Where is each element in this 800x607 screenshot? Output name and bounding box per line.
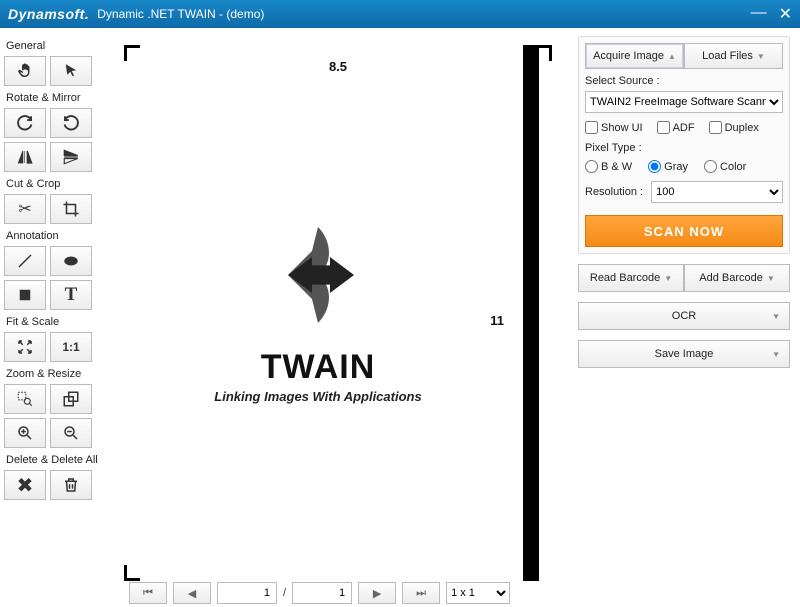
gray-radio[interactable]: Gray: [648, 160, 688, 173]
zoom-out-icon: [62, 424, 80, 442]
crop-icon: [62, 200, 80, 218]
view-mode-select[interactable]: 1 x 1: [446, 582, 510, 604]
section-cut: Cut & Crop: [6, 178, 101, 190]
resolution-label: Resolution :: [585, 186, 643, 198]
resize-icon: [62, 390, 80, 408]
line-icon: [16, 252, 34, 270]
first-page-button[interactable]: ⏮: [129, 582, 167, 604]
rotate-cw-button[interactable]: [4, 108, 46, 138]
read-barcode-button[interactable]: Read Barcode▼: [578, 264, 684, 292]
chevron-down-icon: ▼: [772, 350, 780, 359]
cut-button[interactable]: ✂: [4, 194, 46, 224]
zoom-region-icon: [16, 390, 34, 408]
rect-button[interactable]: [4, 280, 46, 310]
section-fit: Fit & Scale: [6, 316, 101, 328]
rotate-cw-icon: [16, 114, 34, 132]
source-select[interactable]: TWAIN2 FreeImage Software Scanner: [585, 91, 783, 113]
load-files-tab[interactable]: Load Files▼: [684, 43, 783, 69]
fit-icon: [16, 338, 34, 356]
flip-v-icon: [62, 148, 80, 166]
rect-icon: [16, 286, 34, 304]
trash-icon: [62, 476, 80, 494]
crop-button[interactable]: [50, 194, 92, 224]
delete-all-button[interactable]: [50, 470, 92, 500]
ocr-button[interactable]: OCR▼: [578, 302, 790, 330]
adf-checkbox[interactable]: ADF: [657, 121, 695, 134]
line-button[interactable]: [4, 246, 46, 276]
duplex-checkbox[interactable]: Duplex: [709, 121, 759, 134]
twain-logo: TWAIN Linking Images With Applications: [124, 215, 512, 404]
app-title: Dynamic .NET TWAIN - (demo): [97, 7, 264, 21]
brand-logo: Dynamsoft.: [8, 6, 89, 22]
document-viewer[interactable]: 8.5 11 TWAIN Linking Images With Applica…: [113, 34, 566, 579]
save-image-button[interactable]: Save Image▼: [578, 340, 790, 368]
titlebar: Dynamsoft. Dynamic .NET TWAIN - (demo) —…: [0, 0, 800, 28]
next-page-button[interactable]: ▶: [358, 582, 396, 604]
chevron-down-icon: ▼: [664, 274, 672, 283]
right-panel: Acquire Image▲ Load Files▼ Select Source…: [572, 28, 800, 607]
acquire-panel: Acquire Image▲ Load Files▼ Select Source…: [578, 36, 790, 254]
twain-logo-icon: [258, 215, 378, 335]
section-general: General: [6, 40, 101, 52]
scan-now-button[interactable]: SCAN NOW: [585, 215, 783, 247]
zoom-in-icon: [16, 424, 34, 442]
minimize-icon[interactable]: —: [751, 4, 767, 24]
crop-mark-icon: [124, 565, 140, 581]
current-page-input[interactable]: [217, 582, 277, 604]
section-delete: Delete & Delete All: [6, 454, 101, 466]
flip-horizontal-button[interactable]: [4, 142, 46, 172]
total-pages: [292, 582, 352, 604]
chevron-down-icon: ▼: [772, 312, 780, 321]
show-ui-checkbox[interactable]: Show UI: [585, 121, 643, 134]
actual-size-button[interactable]: 1:1: [50, 332, 92, 362]
tool-sidebar: General Rotate & Mirror Cut & Crop ✂ Ann…: [0, 28, 107, 607]
ellipse-button[interactable]: [50, 246, 92, 276]
zoom-out-button[interactable]: [50, 418, 92, 448]
close-icon[interactable]: ✕: [779, 4, 792, 24]
resolution-select[interactable]: 100: [651, 181, 783, 203]
page-width-label: 8.5: [124, 59, 552, 74]
rotate-ccw-icon: [62, 114, 80, 132]
text-button[interactable]: T: [50, 280, 92, 310]
viewer-area: 8.5 11 TWAIN Linking Images With Applica…: [107, 28, 572, 607]
chevron-down-icon: ▼: [757, 52, 765, 61]
flip-h-icon: [16, 148, 34, 166]
color-radio[interactable]: Color: [704, 160, 746, 173]
pixel-type-label: Pixel Type :: [585, 142, 783, 154]
twain-tagline: Linking Images With Applications: [124, 389, 512, 404]
add-barcode-button[interactable]: Add Barcode▼: [684, 264, 790, 292]
zoom-in-button[interactable]: [4, 418, 46, 448]
section-annotation: Annotation: [6, 230, 101, 242]
fit-button[interactable]: [4, 332, 46, 362]
flip-vertical-button[interactable]: [50, 142, 92, 172]
chevron-down-icon: ▼: [767, 274, 775, 283]
acquire-image-tab[interactable]: Acquire Image▲: [585, 43, 684, 69]
ellipse-icon: [62, 252, 80, 270]
pointer-icon: [62, 62, 80, 80]
last-page-button[interactable]: ⏭: [402, 582, 440, 604]
page-preview: 8.5 11 TWAIN Linking Images With Applica…: [124, 45, 552, 581]
bw-radio[interactable]: B & W: [585, 160, 632, 173]
select-source-label: Select Source :: [585, 75, 783, 87]
scan-margin: [523, 45, 539, 581]
rotate-ccw-button[interactable]: [50, 108, 92, 138]
hand-icon: [16, 62, 34, 80]
delete-button[interactable]: ✖: [4, 470, 46, 500]
zoom-region-button[interactable]: [4, 384, 46, 414]
twain-wordmark: TWAIN: [124, 348, 512, 387]
chevron-up-icon: ▲: [668, 52, 676, 61]
pointer-tool-button[interactable]: [50, 56, 92, 86]
page-separator: /: [283, 587, 286, 599]
hand-tool-button[interactable]: [4, 56, 46, 86]
resize-button[interactable]: [50, 384, 92, 414]
section-zoom: Zoom & Resize: [6, 368, 101, 380]
prev-page-button[interactable]: ◀: [173, 582, 211, 604]
page-navigation: ⏮ ◀ / ▶ ⏭ 1 x 1: [113, 579, 566, 607]
window-controls: — ✕: [751, 4, 792, 24]
section-rotate: Rotate & Mirror: [6, 92, 101, 104]
